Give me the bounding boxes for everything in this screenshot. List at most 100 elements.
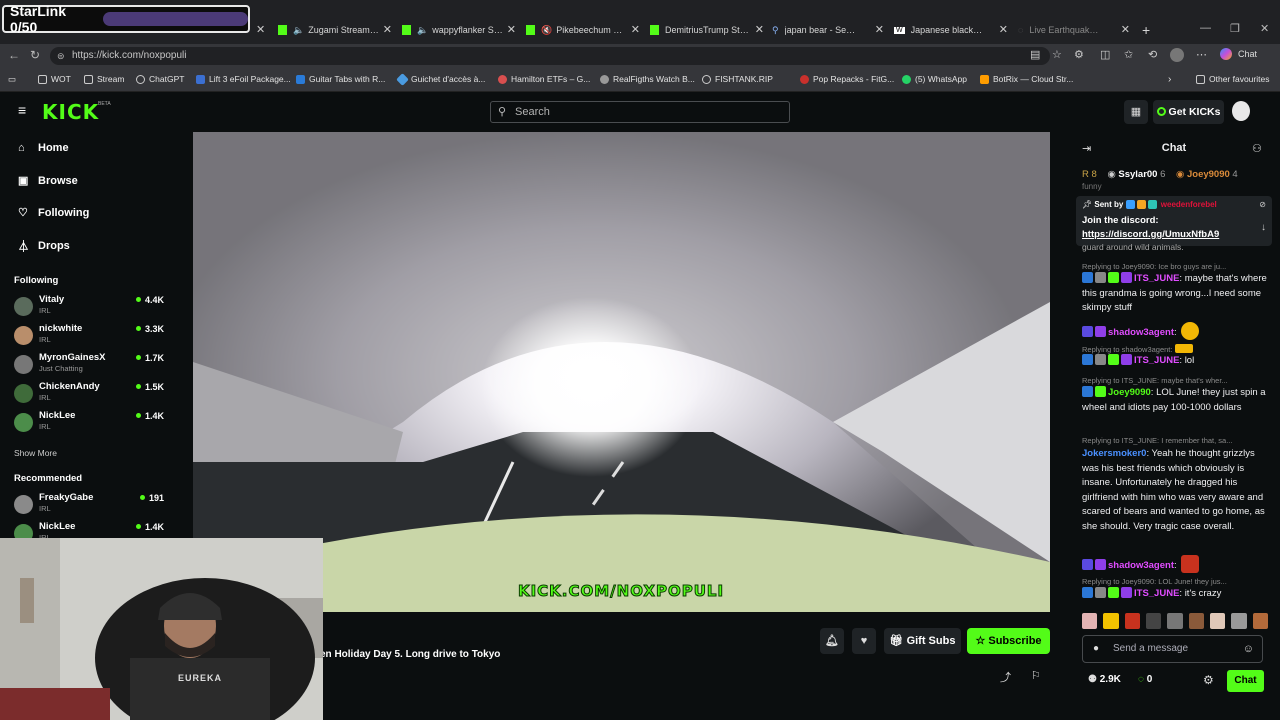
- tab-demitriustrump[interactable]: DemitriusTrump Stream ✕: [650, 18, 768, 42]
- copilot-chat-button[interactable]: Chat: [1238, 49, 1257, 59]
- close-icon[interactable]: ✕: [507, 23, 516, 36]
- user-avatar[interactable]: [1232, 101, 1250, 121]
- more-icon[interactable]: ⋯: [1196, 48, 1207, 61]
- tab-japanese-black-bear[interactable]: WJapanese black bear - W✕: [894, 18, 1012, 42]
- following-channel[interactable]: Vitaly IRL 4.4K: [14, 294, 164, 320]
- send-chat-button[interactable]: Chat: [1227, 670, 1264, 692]
- search-input[interactable]: ⚲ Search: [490, 101, 790, 123]
- tab-earthquake-tracker[interactable]: ◌Live Earthquake Tracke✕: [1018, 18, 1134, 42]
- new-tab-button[interactable]: +: [1142, 18, 1158, 42]
- close-icon[interactable]: ✕: [383, 23, 392, 36]
- extensions-icon[interactable]: ⚙: [1074, 48, 1084, 61]
- get-kicks-button[interactable]: Get KICKs: [1153, 100, 1224, 124]
- follow-heart-icon[interactable]: ♥: [852, 628, 876, 654]
- bookmark-stream[interactable]: Stream: [84, 74, 124, 84]
- maximize-icon[interactable]: ❐: [1230, 22, 1240, 35]
- bookmark-hamilton[interactable]: Hamilton ETFs – G...: [498, 74, 590, 84]
- chat-users-icon[interactable]: ⚇: [1252, 142, 1262, 155]
- recommended-channel[interactable]: FreakyGabe IRL 191: [14, 492, 164, 518]
- star-icon[interactable]: ☆: [1052, 48, 1062, 61]
- medal-icon: ◉: [1107, 169, 1116, 180]
- bookmark-botrix[interactable]: BotRix — Cloud Str...: [980, 74, 1073, 84]
- unpin-icon[interactable]: ⊘: [1259, 200, 1266, 209]
- notifications-bell-icon[interactable]: 🔔︎: [820, 628, 844, 654]
- nav-home[interactable]: ⌂ Home: [18, 142, 69, 154]
- emote-icon[interactable]: [1145, 613, 1162, 629]
- menu-icon[interactable]: ≡: [18, 102, 26, 118]
- emote-icon[interactable]: [1252, 613, 1268, 629]
- tab-close-current[interactable]: ✕: [250, 18, 270, 42]
- following-channel[interactable]: NickLee IRL 1.4K: [14, 410, 164, 436]
- settings-gear-icon[interactable]: ⚙: [1203, 673, 1214, 687]
- back-icon[interactable]: ←: [8, 48, 20, 62]
- emote-icon[interactable]: [1082, 613, 1098, 629]
- bookmark-realfights[interactable]: RealFigths Watch B...: [600, 74, 695, 84]
- pinned-message[interactable]: 📌︎ Sent by weedenforebel ⊘ Join the disc…: [1076, 196, 1272, 246]
- bookmark-guitar-tabs[interactable]: Guitar Tabs with R...: [296, 74, 385, 84]
- reader-icon[interactable]: ▤: [1030, 48, 1040, 61]
- bookmark-chatgpt[interactable]: ChatGPT: [136, 74, 184, 84]
- library-icon[interactable]: ▦: [1124, 100, 1148, 124]
- live-dot: [135, 524, 141, 529]
- channel-points[interactable]: ◌ 0: [1138, 674, 1152, 685]
- bookmark-pop-repacks[interactable]: Pop Repacks - FitG...: [800, 74, 894, 84]
- bookmark-other-favourites[interactable]: Other favourites: [1196, 74, 1269, 84]
- emote-icon: [1174, 344, 1193, 353]
- emote-icon[interactable]: [1188, 613, 1204, 629]
- emote-icon[interactable]: [1124, 613, 1140, 629]
- nav-drops[interactable]: ⏃ Drops: [18, 238, 70, 254]
- minimize-icon[interactable]: —: [1200, 22, 1211, 34]
- browser-tab-bar: StarLink 0/50 ✕ 🔈 Zugami Stream - W ✕ 🔈 wap…: [0, 0, 1280, 44]
- avatar: [14, 297, 33, 316]
- kick-logo[interactable]: KICK: [42, 100, 99, 124]
- share-icon[interactable]: ⤴: [1000, 669, 1011, 685]
- show-more-link[interactable]: Show More: [14, 448, 57, 458]
- refresh-icon[interactable]: ↻: [30, 48, 40, 62]
- tab-japan-bear-search[interactable]: ⚲ japan bear - Search ✕: [772, 18, 888, 42]
- subscribe-button[interactable]: ☆ Subscribe: [967, 628, 1050, 654]
- split-icon[interactable]: ◫: [1100, 48, 1110, 61]
- tab-wappyflanker[interactable]: 🔈 wappyflanker Strea ✕: [402, 18, 520, 42]
- bookmark-lift[interactable]: Lift 3 eFoil Package...: [196, 74, 291, 84]
- chat-bubble-icon: ●: [1093, 643, 1100, 654]
- following-channel[interactable]: nickwhite IRL 3.3K: [14, 323, 164, 349]
- history-icon[interactable]: ⟲: [1148, 48, 1157, 61]
- emoji-picker-icon[interactable]: ☺: [1243, 636, 1254, 662]
- close-icon[interactable]: ✕: [1121, 23, 1130, 36]
- nav-following[interactable]: ♡ Following: [18, 206, 89, 220]
- bookmark-wot[interactable]: WOT: [38, 74, 71, 84]
- close-icon[interactable]: ✕: [631, 23, 640, 36]
- more-options-icon[interactable]: ⚐: [1031, 669, 1041, 682]
- sub-badge-icon: [1082, 386, 1093, 397]
- close-icon[interactable]: ✕: [875, 23, 884, 36]
- bookmarks-overflow-icon[interactable]: ›: [1168, 74, 1171, 85]
- reply-context: Replying to ITS_JUNE: I remember that, s…: [1082, 436, 1233, 445]
- discord-link[interactable]: https://discord.gg/UmuxNfbA9: [1082, 229, 1219, 240]
- expand-pin-icon[interactable]: ↓: [1261, 222, 1266, 233]
- site-info-icon[interactable]: ⊜: [57, 47, 65, 65]
- emote-icon[interactable]: [1231, 613, 1247, 629]
- bookmark-guichet[interactable]: Guichet d'accès à...: [396, 72, 485, 86]
- close-icon[interactable]: ✕: [999, 23, 1008, 36]
- bookmark-fishtank[interactable]: FISHTANK.RIP: [702, 74, 773, 84]
- badge-icon: [1136, 200, 1146, 209]
- emote-icon[interactable]: [1167, 613, 1183, 629]
- tab-zugami[interactable]: 🔈 Zugami Stream - W ✕: [278, 18, 396, 42]
- gift-subs-button[interactable]: 🎁︎ Gift Subs: [884, 628, 961, 654]
- tab-pikebeechum[interactable]: 🔇 Pikebeechum Strea ✕: [526, 18, 644, 42]
- url-field[interactable]: ⊜ https://kick.com/noxpopuli: [50, 47, 1050, 65]
- emote-icon[interactable]: [1103, 613, 1119, 629]
- starlink-overlay: StarLink 0/50: [2, 3, 250, 35]
- following-channel[interactable]: ChickenAndy IRL 1.5K: [14, 381, 164, 407]
- nav-browse[interactable]: ▣ Browse: [18, 174, 78, 188]
- bookmark-menu-icon[interactable]: ▭: [8, 74, 16, 85]
- profile-avatar[interactable]: [1170, 48, 1184, 62]
- emote-icon[interactable]: [1209, 613, 1226, 629]
- chat-message-input[interactable]: ● Send a message ☺: [1082, 635, 1263, 663]
- star-icon: ☆: [975, 635, 989, 647]
- close-window-icon[interactable]: ✕: [1260, 22, 1269, 35]
- favorites-icon[interactable]: ✩: [1124, 48, 1133, 61]
- bookmark-whatsapp[interactable]: (5) WhatsApp: [902, 74, 967, 84]
- close-icon[interactable]: ✕: [755, 23, 764, 36]
- following-channel[interactable]: MyronGainesX Just Chatting 1.7K: [14, 352, 164, 378]
